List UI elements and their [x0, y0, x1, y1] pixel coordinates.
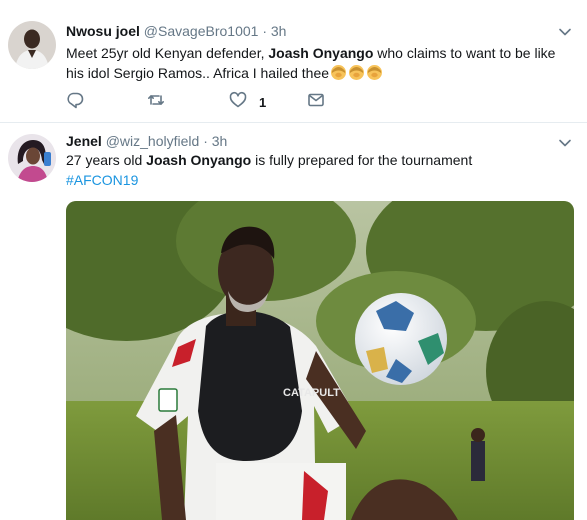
vest-print-text: CATAPULT	[283, 387, 340, 399]
tweet-text-part: Meet 25yr old Kenyan defender,	[66, 45, 269, 61]
tweet[interactable]: Nwosu joel @SavageBro1001 · 3h Meet 25yr…	[0, 0, 587, 123]
retweet-icon	[147, 91, 165, 114]
person-bowing-emoji	[330, 64, 347, 81]
user-handle[interactable]: @SavageBro1001	[144, 23, 259, 39]
person-bowing-emoji	[366, 64, 383, 81]
display-name[interactable]: Jenel	[66, 133, 102, 149]
tweet-text-part: 27 years old	[66, 152, 147, 168]
hashtag-link[interactable]: #AFCON19	[66, 170, 576, 190]
tweet-text: 27 years old Joash Onyango is fully prep…	[66, 150, 576, 190]
direct-message-icon	[307, 91, 325, 114]
tweet[interactable]: Jenel @wiz_holyfield · 3h 27 years old J…	[0, 123, 587, 520]
chevron-down-icon[interactable]	[557, 135, 573, 151]
tweet-header: Jenel @wiz_holyfield · 3h	[66, 132, 227, 150]
retweet-button[interactable]	[147, 92, 165, 112]
separator-dot: ·	[262, 23, 267, 39]
reply-button[interactable]	[66, 92, 84, 112]
timestamp[interactable]: 3h	[212, 133, 228, 149]
timestamp[interactable]: 3h	[271, 23, 287, 39]
separator-dot: ·	[203, 133, 208, 149]
reply-icon	[66, 91, 84, 114]
like-count: 1	[259, 94, 267, 110]
direct-message-button[interactable]	[307, 92, 325, 112]
user-handle[interactable]: @wiz_holyfield	[106, 133, 200, 149]
avatar[interactable]	[8, 134, 56, 182]
chevron-down-icon[interactable]	[557, 24, 573, 40]
tweet-text-part: is fully prepared for the tournament	[251, 152, 473, 168]
like-button[interactable]: 1	[229, 91, 267, 114]
tweet-text-bold: Joash Onyango	[268, 45, 374, 61]
tweet-actions: 1	[66, 91, 366, 114]
tweet-header: Nwosu joel @SavageBro1001 · 3h	[66, 22, 286, 40]
display-name[interactable]: Nwosu joel	[66, 23, 140, 39]
like-icon	[229, 91, 247, 114]
tweet-photo[interactable]: CATAPULT	[66, 201, 574, 520]
tweet-text: Meet 25yr old Kenyan defender, Joash Ony…	[66, 43, 576, 83]
avatar[interactable]	[8, 21, 56, 69]
tweet-text-bold: Joash Onyango	[146, 152, 252, 168]
person-bowing-emoji	[348, 64, 365, 81]
